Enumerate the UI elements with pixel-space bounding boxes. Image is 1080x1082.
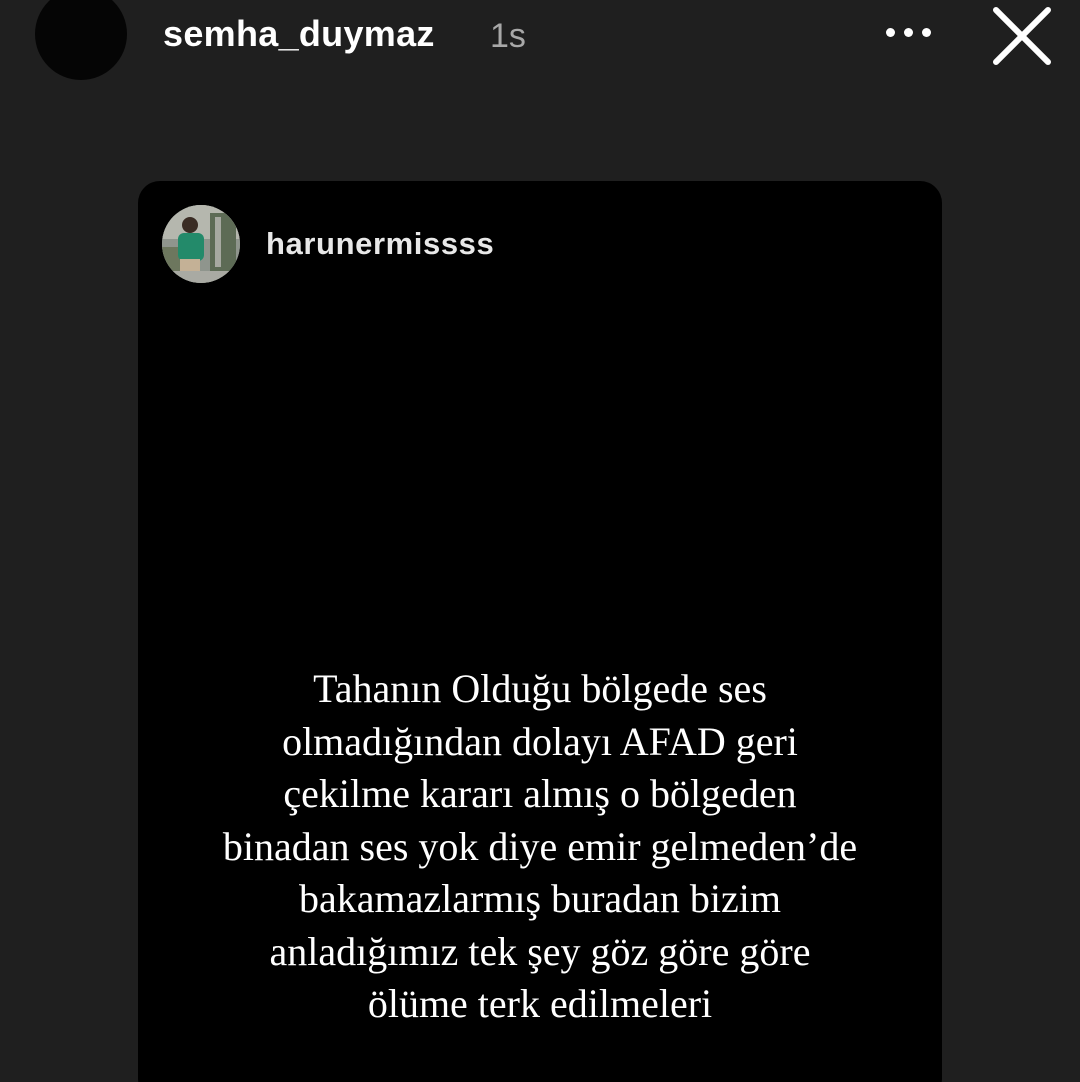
story-username[interactable]: semha_duymaz	[163, 12, 435, 56]
story-text-line: ölüme terk edilmeleri	[367, 981, 713, 1026]
story-header: semha_duymaz 1s	[0, 0, 1080, 80]
story-text-line: Tahanın Olduğu bölgede ses	[313, 666, 767, 711]
shared-post-avatar[interactable]	[162, 205, 240, 283]
story-text-line: anladığımız tek şey göz göre göre	[269, 928, 811, 974]
shared-post-card[interactable]: harunermissss Tahanın Olduğu bölgede ses…	[138, 181, 942, 1082]
story-text-line: binadan ses yok diye emir gelmeden’de	[222, 823, 858, 869]
profile-photo-icon	[162, 205, 240, 283]
shared-post-username[interactable]: harunermissss	[266, 225, 494, 263]
avatar[interactable]	[35, 0, 127, 80]
story-text: Tahanın Olduğu bölgede ses olmadığından …	[138, 663, 942, 1031]
story-text-line: bakamazlarmış buradan bizim	[298, 876, 782, 921]
more-options-icon[interactable]	[884, 26, 934, 40]
story-timestamp: 1s	[490, 17, 526, 55]
story-text-line: çekilme kararı almış o bölgeden	[283, 771, 797, 816]
story-text-line: olmadığından dolayı AFAD geri	[282, 718, 798, 764]
close-icon[interactable]	[990, 4, 1054, 68]
